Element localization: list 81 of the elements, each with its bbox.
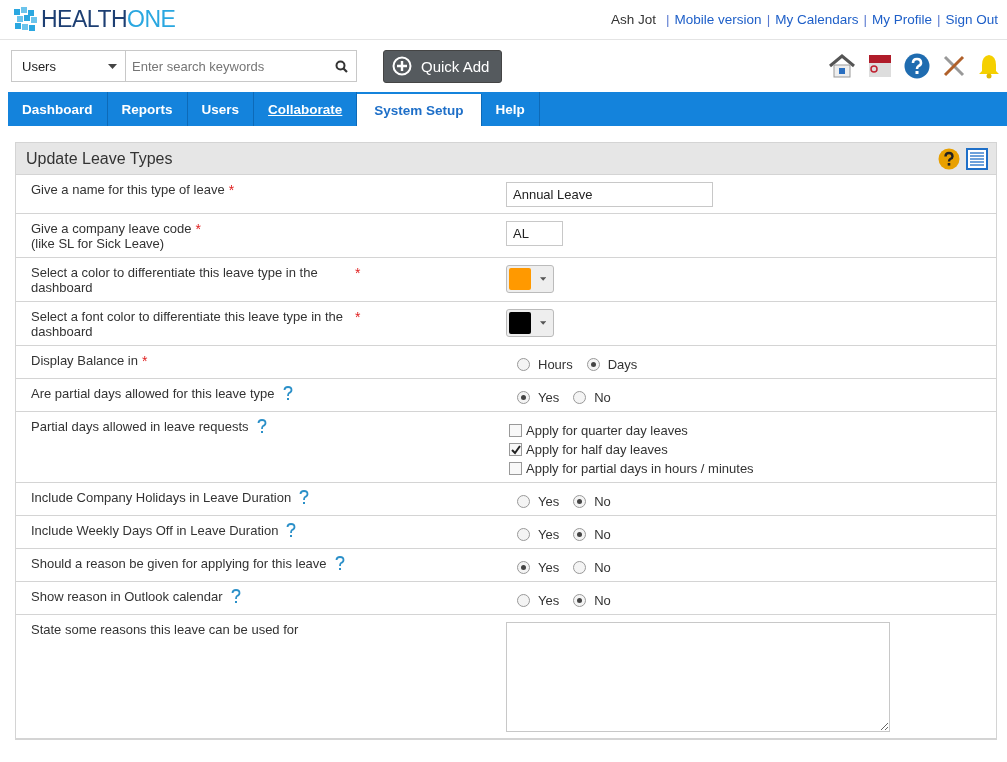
nav-tab[interactable]: System Setup [357,94,482,126]
option-label: No [594,593,611,608]
option-label: Yes [538,390,560,405]
radio-button[interactable] [517,358,530,371]
field-label: Should a reason be given for applying for this leave [31,556,327,571]
radio-button[interactable] [517,495,530,508]
user-name: Ash Jot [611,12,657,27]
checkbox[interactable] [509,443,522,456]
caret-icon [539,321,546,325]
header-link[interactable]: Mobile version [674,12,762,27]
field-label: Include Company Holidays in Leave Duration [31,490,292,505]
caret-icon [539,277,546,281]
nav-tab[interactable]: Users [187,92,255,126]
field-label: Give a company leave code (like SL for Sick Leave) [31,221,192,251]
field-label: State some reasons this leave can be used for [31,622,299,637]
radio-button[interactable] [517,391,530,404]
nav-tab[interactable]: Dashboard [8,92,108,126]
nav-tab[interactable]: Reports [107,92,188,126]
option-label: No [594,390,611,405]
color-picker[interactable] [506,265,554,293]
text-field[interactable]: Annual Leave [506,182,713,207]
option-label: No [594,494,611,509]
option-label: Hours [538,357,573,372]
option-label: Yes [538,593,560,608]
required-mark: * [355,309,361,325]
logo-text: HEALTHONE [41,6,176,33]
tools-icon[interactable] [942,54,966,78]
radio-button[interactable] [517,528,530,541]
field-label: Include Weekly Days Off in Leave Duration [31,523,279,538]
radio-button[interactable] [573,495,587,508]
field-label: Display Balance in [31,353,138,368]
cubes-icon [12,5,38,34]
option-label: No [594,527,611,542]
plus-circle-icon [392,56,412,76]
separator: | [666,12,670,27]
separator: | [863,12,867,27]
panel-title: Update Leave Types [26,149,173,168]
option-label: No [594,560,611,575]
reasons-field[interactable] [506,622,890,732]
radio-button[interactable] [517,561,530,574]
quick-add-button[interactable]: Quick Add [383,49,503,83]
required-mark: * [141,353,148,369]
field-label: Are partial days allowed for this leave type [31,386,275,401]
bell-icon[interactable] [978,53,1000,79]
separator: | [936,12,941,27]
required-mark: * [355,265,361,281]
checkbox[interactable] [509,424,522,437]
radio-button[interactable] [517,594,530,607]
radio-button[interactable] [573,391,587,404]
field-label: Select a color to differentiate this leave type in the dashboard [31,265,319,295]
header-link[interactable]: My Profile [871,12,932,27]
radio-button[interactable] [586,358,600,371]
radio-button[interactable] [573,594,587,607]
header-link[interactable]: Sign Out [945,12,998,27]
field-label: Select a font color to differentiate this leave type in the dashboard [31,309,344,339]
help-icon[interactable] [938,147,960,170]
color-picker[interactable] [506,309,554,337]
option-label: Apply for partial days in hours / minutes [526,461,754,476]
search-field[interactable]: Users Enter search keywords [11,50,357,82]
home-icon[interactable] [828,54,856,78]
radio-button[interactable] [573,561,587,574]
option-label: Days [607,357,638,372]
option-label: Yes [538,527,560,542]
option-label: Apply for half day leaves [526,442,668,457]
option-label: Yes [538,494,560,509]
required-mark: * [228,182,235,198]
caret-icon [108,63,117,69]
list-icon[interactable] [966,147,988,170]
required-mark: * [195,221,201,237]
option-label: Apply for quarter day leaves [526,423,688,438]
calendar-icon[interactable] [868,54,892,78]
option-label: Yes [538,560,560,575]
text-field[interactable]: AL [506,221,563,246]
field-label: Show reason in Outlook calendar [31,589,223,604]
nav-tab[interactable]: Help [481,92,540,126]
separator: | [766,12,771,27]
field-label: Give a name for this type of leave [31,182,225,197]
field-label: Partial days allowed in leave requests [31,419,249,434]
header-link[interactable]: My Calendars [775,12,859,27]
radio-button[interactable] [573,528,587,541]
checkbox[interactable] [509,462,522,475]
